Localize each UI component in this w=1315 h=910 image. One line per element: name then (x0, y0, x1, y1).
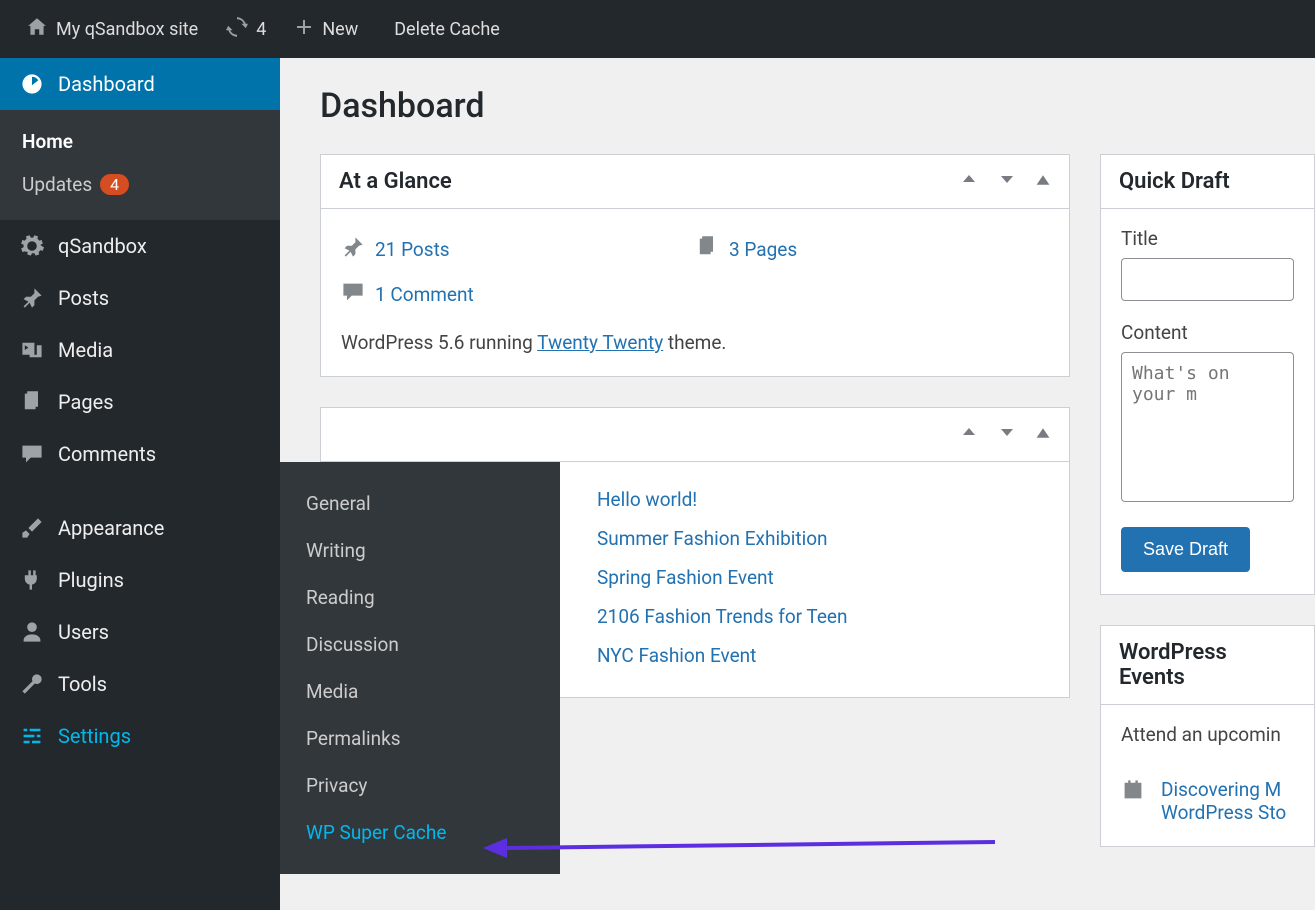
user-icon (18, 620, 46, 644)
activity-link[interactable]: NYC Fashion Event (597, 644, 756, 667)
flyout-item-permalinks[interactable]: Permalinks (280, 715, 560, 762)
sidebar-item-tools[interactable]: Tools (0, 658, 280, 710)
topbar-new[interactable]: New (280, 0, 372, 58)
topbar-site-link[interactable]: My qSandbox site (12, 0, 212, 58)
refresh-icon (226, 16, 248, 43)
wrench-icon (18, 672, 46, 696)
settings-flyout: General Writing Reading Discussion Media… (280, 462, 560, 874)
sliders-icon (18, 724, 46, 748)
glance-footer: WordPress 5.6 running Twenty Twenty them… (341, 331, 1049, 354)
activity-link[interactable]: Hello world! (597, 488, 697, 511)
sidebar-item-label: Media (58, 338, 113, 362)
sidebar-item-label: Posts (58, 286, 109, 310)
save-draft-button[interactable]: Save Draft (1121, 527, 1250, 572)
sidebar-item-comments[interactable]: Comments (0, 428, 280, 480)
glance-footer-prefix: WordPress 5.6 running (341, 331, 537, 354)
sidebar-item-label: qSandbox (58, 234, 147, 258)
plus-icon (294, 17, 314, 42)
page-title: Dashboard (320, 86, 1315, 126)
media-icon (18, 338, 46, 362)
dashboard-icon (18, 72, 46, 96)
postbox-title: Quick Draft (1119, 169, 1296, 194)
sidebar-item-users[interactable]: Users (0, 606, 280, 658)
sidebar-item-label: Plugins (58, 568, 124, 592)
sidebar-subitem-label: Updates (22, 173, 92, 196)
sidebar-item-media[interactable]: Media (0, 324, 280, 376)
quick-draft-content-label: Content (1121, 321, 1294, 344)
admin-topbar: My qSandbox site 4 New Delete Cache (0, 0, 1315, 58)
glance-comments-link[interactable]: 1 Comment (375, 283, 474, 306)
sidebar-item-label: Pages (58, 390, 114, 414)
topbar-updates[interactable]: 4 (212, 0, 280, 58)
glance-theme-link[interactable]: Twenty Twenty (537, 331, 663, 354)
home-icon (26, 16, 48, 43)
calendar-icon (1121, 778, 1145, 807)
sidebar-item-label: Settings (58, 724, 131, 748)
sidebar-dashboard-submenu: Home Updates 4 (0, 110, 280, 220)
flyout-item-discussion[interactable]: Discussion (280, 621, 560, 668)
topbar-update-count: 4 (256, 19, 266, 40)
quick-draft-content-textarea[interactable] (1121, 352, 1294, 502)
sidebar-subitem-home[interactable]: Home (0, 120, 280, 163)
sidebar-item-label: Dashboard (58, 72, 155, 96)
postbox-title: WordPress Events (1119, 640, 1296, 690)
admin-sidebar: Dashboard Home Updates 4 qSandbox Posts … (0, 58, 280, 910)
glance-pages-link[interactable]: 3 Pages (729, 238, 797, 261)
toggle-icon[interactable] (1035, 169, 1051, 194)
sidebar-item-appearance[interactable]: Appearance (0, 502, 280, 554)
sidebar-subitem-label: Home (22, 130, 73, 153)
sidebar-item-qsandbox[interactable]: qSandbox (0, 220, 280, 272)
plug-icon (18, 568, 46, 592)
sidebar-item-label: Comments (58, 442, 156, 466)
comment-icon (18, 442, 46, 466)
quick-draft-box: Quick Draft Title Content Save Draft (1100, 154, 1315, 595)
toggle-icon[interactable] (1035, 422, 1051, 447)
sidebar-item-label: Tools (58, 672, 107, 696)
wp-events-intro: Attend an upcomin (1121, 723, 1294, 764)
move-down-icon[interactable] (997, 422, 1017, 447)
activity-link[interactable]: 2106 Fashion Trends for Teen (597, 605, 848, 628)
wp-event-link[interactable]: WordPress Sto (1161, 801, 1286, 824)
sidebar-item-settings[interactable]: Settings (0, 710, 280, 762)
move-up-icon[interactable] (959, 422, 979, 447)
comment-icon (341, 280, 375, 309)
pages-icon (18, 390, 46, 414)
sidebar-subitem-updates[interactable]: Updates 4 (0, 163, 280, 206)
move-down-icon[interactable] (997, 169, 1017, 194)
topbar-delete-cache-label: Delete Cache (394, 19, 500, 40)
flyout-item-reading[interactable]: Reading (280, 574, 560, 621)
updates-badge: 4 (100, 174, 129, 195)
sidebar-item-label: Users (58, 620, 109, 644)
activity-link[interactable]: Spring Fashion Event (597, 566, 774, 589)
at-a-glance-box: At a Glance 21 Posts (320, 154, 1070, 377)
brush-icon (18, 516, 46, 540)
move-up-icon[interactable] (959, 169, 979, 194)
sidebar-item-posts[interactable]: Posts (0, 272, 280, 324)
site-name: My qSandbox site (56, 19, 198, 40)
activity-link[interactable]: Summer Fashion Exhibition (597, 527, 828, 550)
glance-footer-suffix: theme. (663, 331, 726, 354)
sidebar-item-dashboard[interactable]: Dashboard (0, 58, 280, 110)
postbox-title: At a Glance (339, 169, 959, 194)
glance-posts-link[interactable]: 21 Posts (375, 238, 450, 261)
quick-draft-title-label: Title (1121, 227, 1294, 250)
sidebar-item-label: Appearance (58, 516, 164, 540)
topbar-new-label: New (322, 19, 358, 40)
wp-events-box: WordPress Events Attend an upcomin Disco… (1100, 625, 1315, 847)
pin-icon (341, 235, 375, 264)
pin-icon (18, 286, 46, 310)
flyout-item-writing[interactable]: Writing (280, 527, 560, 574)
flyout-item-media[interactable]: Media (280, 668, 560, 715)
flyout-item-general[interactable]: General (280, 480, 560, 527)
topbar-delete-cache[interactable]: Delete Cache (372, 0, 514, 58)
annotation-arrow (475, 828, 1005, 868)
flyout-item-privacy[interactable]: Privacy (280, 762, 560, 809)
wp-event-link[interactable]: Discovering M (1161, 778, 1281, 801)
sidebar-item-plugins[interactable]: Plugins (0, 554, 280, 606)
gear-icon (18, 234, 46, 258)
pages-icon (695, 235, 729, 264)
sidebar-item-pages[interactable]: Pages (0, 376, 280, 428)
quick-draft-title-input[interactable] (1121, 258, 1294, 301)
